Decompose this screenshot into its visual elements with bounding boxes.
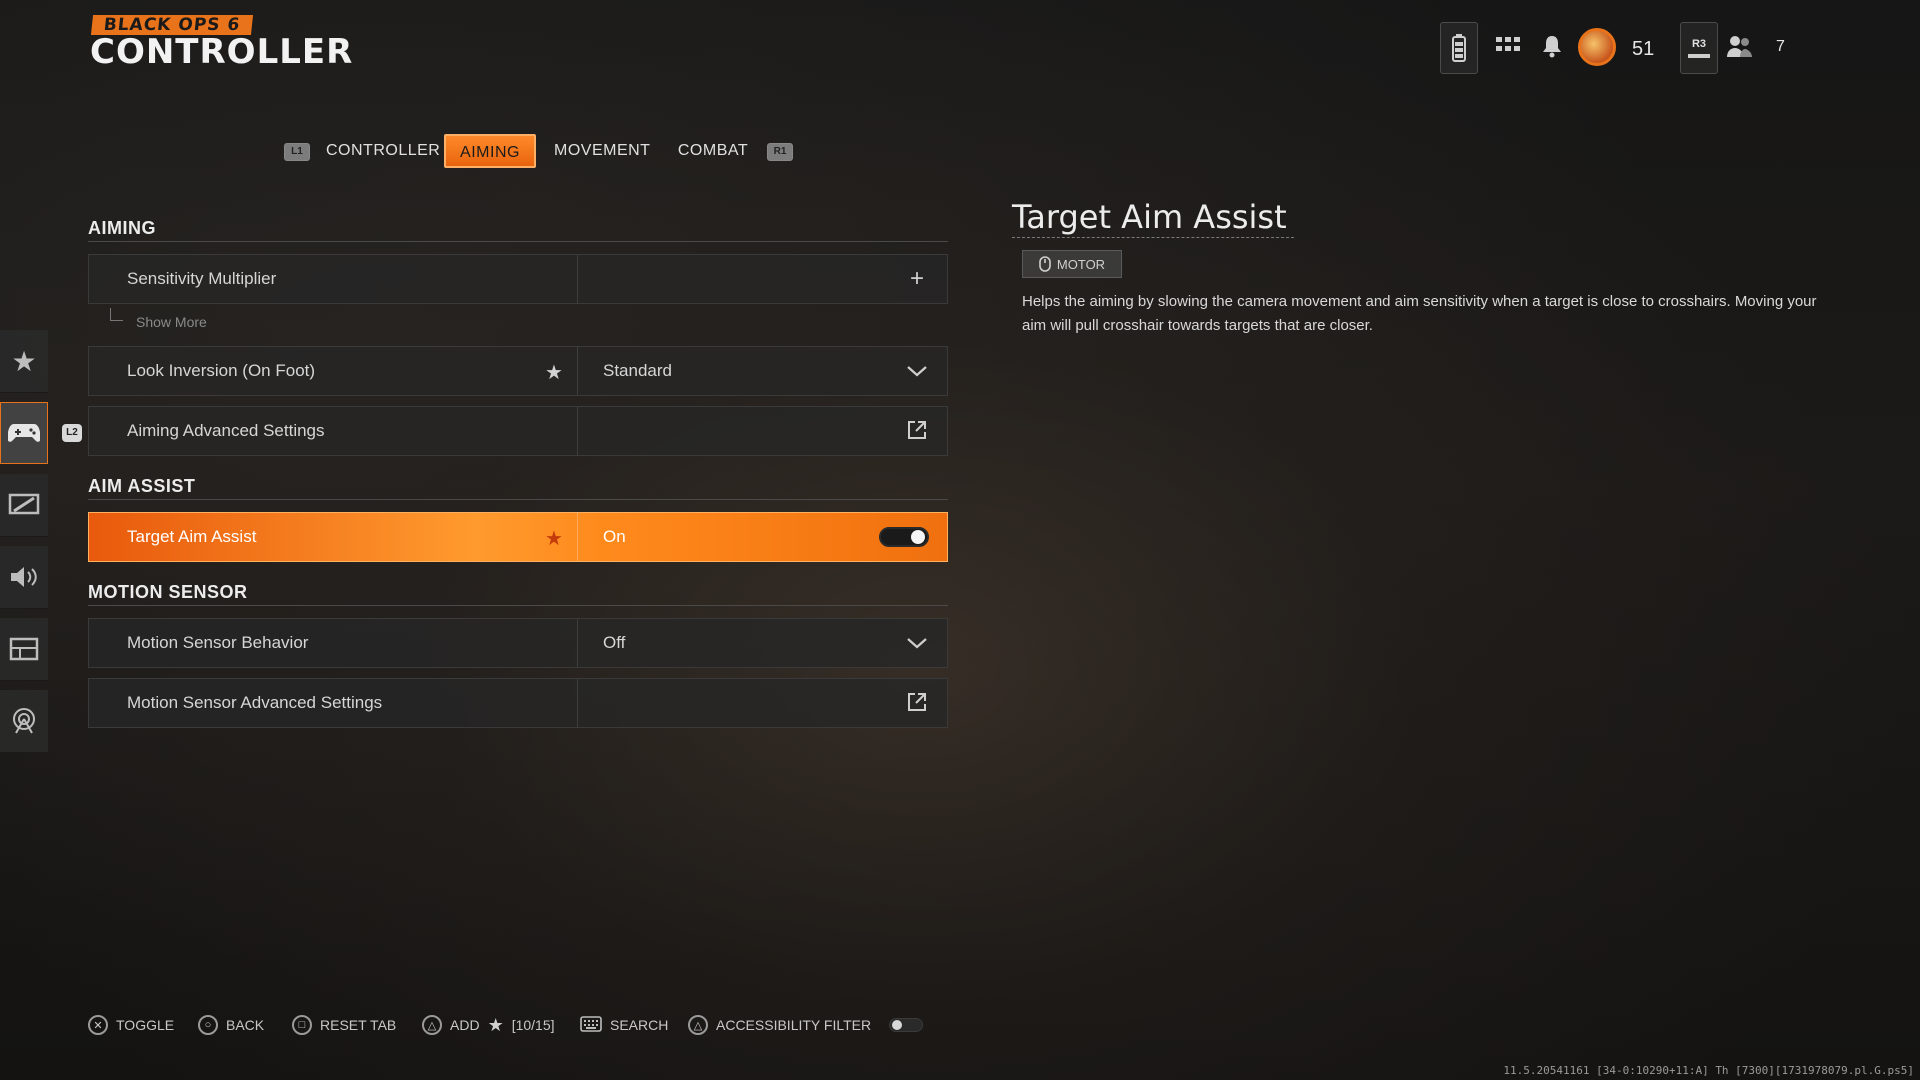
- star-icon: ★: [487, 1014, 504, 1035]
- setting-row-sensitivity-multiplier[interactable]: Sensitivity Multiplier +: [88, 254, 948, 304]
- star-icon: ★: [11, 345, 37, 377]
- controller-icon: [8, 424, 40, 442]
- show-more-link[interactable]: Show More: [136, 314, 207, 330]
- setting-value: Standard: [603, 361, 672, 380]
- l1-bumper-icon[interactable]: L1: [284, 143, 310, 161]
- circle-button-icon: ○: [198, 1015, 218, 1035]
- badge-label: MOTOR: [1056, 256, 1106, 272]
- sidebar-item-controller[interactable]: [0, 402, 48, 464]
- motor-badge: MOTOR: [1022, 250, 1122, 278]
- square-button-icon: □: [292, 1015, 312, 1035]
- prompt-label: ACCESSIBILITY FILTER: [716, 1017, 872, 1033]
- grid-menu-icon[interactable]: [1494, 32, 1522, 60]
- tab-movement[interactable]: MOVEMENT: [554, 134, 650, 168]
- party-icon[interactable]: [1724, 32, 1756, 60]
- tab-combat[interactable]: COMBAT: [670, 134, 756, 168]
- favorite-star-icon[interactable]: ★: [545, 526, 563, 551]
- r3-bar: [1688, 54, 1710, 58]
- prompt-add-favorite[interactable]: △ ADD ★ [10/15]: [422, 1010, 555, 1040]
- prompt-label: SEARCH: [610, 1017, 669, 1033]
- sidebar-item-graphics[interactable]: [0, 474, 48, 537]
- prompt-reset-tab[interactable]: □ RESET TAB: [292, 1010, 396, 1040]
- setting-label: Target Aim Assist: [127, 527, 257, 546]
- display-icon: [8, 493, 40, 515]
- row-divider: [577, 255, 578, 303]
- setting-row-motion-sensor-advanced[interactable]: Motion Sensor Advanced Settings: [88, 678, 948, 728]
- interface-icon: [9, 637, 39, 661]
- setting-row-motion-sensor-behavior[interactable]: Motion Sensor Behavior Off: [88, 618, 948, 668]
- network-icon: [13, 708, 35, 734]
- setting-value: Off: [603, 633, 626, 652]
- tab-aiming[interactable]: AIMING: [444, 134, 536, 168]
- tree-connector: [110, 308, 123, 321]
- section-divider: [88, 605, 948, 606]
- sidebar-item-favorites[interactable]: ★: [0, 330, 48, 393]
- external-link-icon[interactable]: [905, 419, 929, 443]
- keyboard-icon: [580, 1015, 602, 1035]
- section-title-motion-sensor: MOTION SENSOR: [88, 582, 248, 602]
- prompt-label: ADD: [450, 1017, 480, 1033]
- prompt-label: RESET TAB: [320, 1017, 397, 1033]
- chevron-down-icon[interactable]: [905, 359, 929, 383]
- favorites-count: [10/15]: [511, 1017, 555, 1033]
- row-divider: [577, 407, 578, 455]
- row-divider: [577, 619, 578, 667]
- section-divider: [88, 499, 948, 500]
- prompt-accessibility-filter[interactable]: △ ACCESSIBILITY FILTER: [688, 1010, 924, 1040]
- setting-label: Motion Sensor Behavior: [127, 633, 309, 652]
- triangle-button-icon: △: [422, 1015, 442, 1035]
- player-level: 51: [1632, 38, 1655, 60]
- triangle-button-icon: △: [688, 1015, 708, 1035]
- section-divider: [88, 241, 948, 242]
- l2-button-icon: L2: [62, 424, 82, 442]
- toggle-knob: [911, 530, 925, 544]
- r1-bumper-icon[interactable]: R1: [767, 143, 793, 161]
- r3-label: R3: [1691, 38, 1707, 50]
- detail-description: Helps the aiming by slowing the camera m…: [1022, 293, 1817, 334]
- setting-label: Aiming Advanced Settings: [127, 421, 325, 440]
- chevron-down-icon[interactable]: [905, 631, 929, 655]
- battery-icon[interactable]: [1440, 22, 1478, 74]
- prompt-label: BACK: [226, 1017, 265, 1033]
- sidebar-item-network[interactable]: [0, 690, 48, 753]
- section-title-aiming: AIMING: [88, 218, 156, 238]
- sidebar-item-audio[interactable]: [0, 546, 48, 609]
- mouse-icon: [1039, 256, 1051, 272]
- row-divider: [577, 513, 578, 561]
- prompt-search[interactable]: SEARCH: [580, 1010, 668, 1040]
- setting-label: Sensitivity Multiplier: [127, 269, 277, 288]
- toggle-knob: [892, 1020, 903, 1030]
- section-title-aim-assist: AIM ASSIST: [88, 476, 196, 496]
- player-avatar[interactable]: [1578, 28, 1616, 66]
- sidebar-item-interface[interactable]: [0, 618, 48, 681]
- page-title: CONTROLLER: [90, 32, 354, 72]
- build-info: 11.5.20541161 [34-0:10290+11:A] Th [7300…: [1503, 1064, 1914, 1077]
- setting-label: Look Inversion (On Foot): [127, 361, 316, 380]
- prompt-back[interactable]: ○ BACK: [198, 1010, 264, 1040]
- setting-row-target-aim-assist[interactable]: Target Aim Assist ★ On: [88, 512, 948, 562]
- accessibility-toggle[interactable]: [889, 1018, 924, 1032]
- notifications-bell-icon[interactable]: [1538, 32, 1566, 60]
- row-divider: [577, 679, 578, 727]
- toggle-switch[interactable]: [879, 527, 929, 547]
- party-count: 7: [1776, 38, 1785, 55]
- r3-button-icon[interactable]: R3: [1680, 22, 1718, 74]
- audio-icon: [11, 567, 37, 587]
- prompt-label: TOGGLE: [116, 1017, 175, 1033]
- external-link-icon[interactable]: [905, 691, 929, 715]
- tab-controller[interactable]: CONTROLLER: [326, 134, 440, 168]
- setting-value: On: [603, 527, 626, 546]
- setting-label: Motion Sensor Advanced Settings: [127, 693, 383, 712]
- plus-icon[interactable]: +: [905, 267, 929, 291]
- favorite-star-icon[interactable]: ★: [545, 360, 563, 385]
- row-divider: [577, 347, 578, 395]
- setting-row-aiming-advanced[interactable]: Aiming Advanced Settings: [88, 406, 948, 456]
- cross-button-icon: ✕: [88, 1015, 108, 1035]
- setting-row-look-inversion[interactable]: Look Inversion (On Foot) ★ Standard: [88, 346, 948, 396]
- detail-title: Target Aim Assist: [1012, 198, 1287, 236]
- detail-title-underline: [1012, 237, 1294, 238]
- prompt-toggle[interactable]: ✕ TOGGLE: [88, 1010, 174, 1040]
